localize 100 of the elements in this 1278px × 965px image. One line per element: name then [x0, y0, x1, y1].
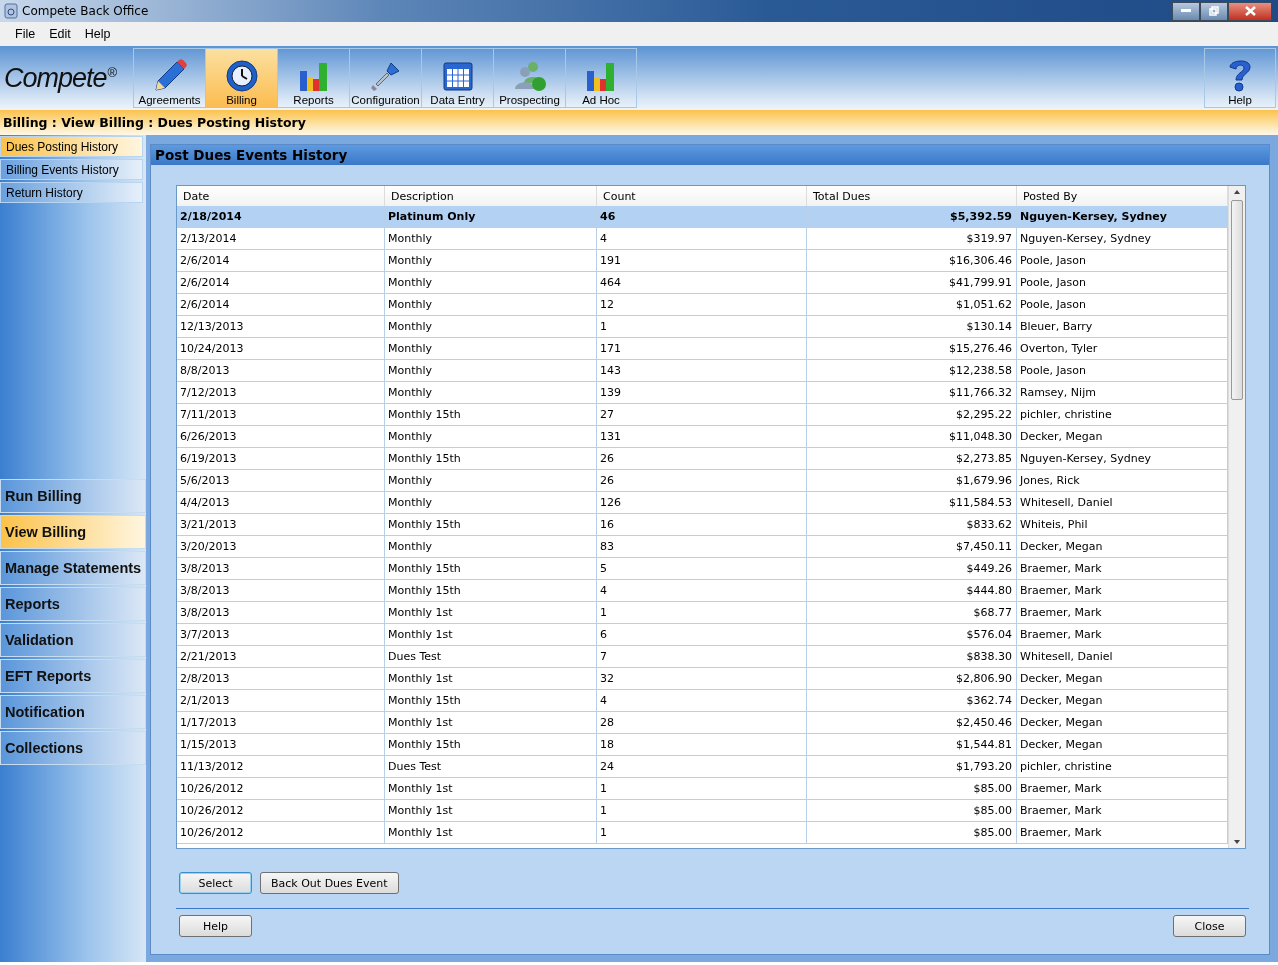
table-cell: 4/4/2013	[177, 492, 385, 514]
table-cell: $838.30	[807, 646, 1017, 668]
table-cell: $833.62	[807, 514, 1017, 536]
action-button[interactable]: Back Out Dues Event	[260, 872, 399, 894]
table-cell: 26	[597, 448, 807, 470]
column-header[interactable]: Date	[177, 186, 385, 207]
table-cell: 4	[597, 690, 807, 712]
table-cell: Monthly	[385, 228, 597, 250]
sidebar-item[interactable]: Reports	[0, 587, 146, 621]
table-cell: 6/19/2013	[177, 448, 385, 470]
table-cell: 5/6/2013	[177, 470, 385, 492]
table-cell: Jones, Rick	[1017, 470, 1228, 492]
table-cell: Monthly 1st	[385, 712, 597, 734]
table-cell: $319.97	[807, 228, 1017, 250]
table-cell: $2,806.90	[807, 668, 1017, 690]
scrollbar-thumb[interactable]	[1231, 200, 1243, 400]
table-cell: $2,450.46	[807, 712, 1017, 734]
toolbar-button[interactable]: Configuration	[349, 48, 421, 108]
table-cell: Poole, Jason	[1017, 250, 1228, 272]
help-toolbar-button[interactable]: Help	[1204, 48, 1276, 108]
table-cell: Monthly	[385, 360, 597, 382]
action-button[interactable]: Select	[179, 872, 252, 894]
table-cell: Monthly	[385, 272, 597, 294]
table-cell: 3/7/2013	[177, 624, 385, 646]
table-cell: 28	[597, 712, 807, 734]
table-cell: Dues Test	[385, 756, 597, 778]
breadcrumb: Billing : View Billing : Dues Posting History	[3, 115, 306, 130]
table-cell: Decker, Megan	[1017, 536, 1228, 558]
table-cell: Decker, Megan	[1017, 690, 1228, 712]
table-cell: Monthly 15th	[385, 404, 597, 426]
close-icon	[1244, 6, 1256, 16]
table-cell: Monthly 15th	[385, 448, 597, 470]
column-header[interactable]: Posted By	[1017, 186, 1228, 207]
table-cell: Monthly	[385, 250, 597, 272]
sidebar-item[interactable]: Run Billing	[0, 479, 146, 513]
table-cell: Poole, Jason	[1017, 294, 1228, 316]
table-cell: 3/20/2013	[177, 536, 385, 558]
sidebar-item[interactable]: View Billing	[0, 515, 146, 549]
table-cell: Monthly	[385, 492, 597, 514]
sidebar-subitem[interactable]: Dues Posting History	[0, 136, 143, 157]
clock-icon	[224, 59, 259, 93]
table-cell: Whitesell, Daniel	[1017, 492, 1228, 514]
table-cell: Nguyen-Kersey, Sydney	[1017, 228, 1228, 250]
toolbar-button[interactable]: Billing	[205, 48, 277, 108]
table-cell: $12,238.58	[807, 360, 1017, 382]
menu-item[interactable]: Help	[77, 27, 118, 41]
table-cell: 32	[597, 668, 807, 690]
table-cell: Monthly 15th	[385, 514, 597, 536]
table-cell: Poole, Jason	[1017, 272, 1228, 294]
close-button[interactable]	[1228, 1, 1272, 21]
table-cell: Braemer, Mark	[1017, 602, 1228, 624]
column-header[interactable]: Total Dues	[807, 186, 1017, 207]
restore-button[interactable]	[1200, 1, 1228, 21]
table-cell: $11,766.32	[807, 382, 1017, 404]
minimize-button[interactable]	[1172, 1, 1200, 21]
table-cell: 2/6/2014	[177, 294, 385, 316]
sidebar-subitem[interactable]: Return History	[0, 182, 143, 203]
sidebar-item[interactable]: EFT Reports	[0, 659, 146, 693]
toolbar-button[interactable]: Data Entry	[421, 48, 493, 108]
table-cell: Whiteis, Phil	[1017, 514, 1228, 536]
app-icon	[4, 3, 18, 19]
table-cell: Whitesell, Daniel	[1017, 646, 1228, 668]
sidebar-subitem[interactable]: Billing Events History	[0, 159, 143, 180]
sidebar-item[interactable]: Validation	[0, 623, 146, 657]
toolbar-button[interactable]: Ad Hoc	[565, 48, 637, 108]
table-cell: 10/26/2012	[177, 778, 385, 800]
table-cell: 464	[597, 272, 807, 294]
table-cell: 24	[597, 756, 807, 778]
table-cell: 2/1/2013	[177, 690, 385, 712]
column-header[interactable]: Description	[385, 186, 597, 207]
table-cell: Monthly 15th	[385, 734, 597, 756]
table-cell: 7	[597, 646, 807, 668]
table-cell: $85.00	[807, 778, 1017, 800]
table-cell: $11,584.53	[807, 492, 1017, 514]
menu-item[interactable]: File	[8, 27, 43, 41]
table-cell: Dues Test	[385, 646, 597, 668]
table-cell: Monthly 1st	[385, 800, 597, 822]
footer-button[interactable]: Close	[1173, 915, 1246, 937]
sidebar-item[interactable]: Collections	[0, 731, 146, 765]
column-header[interactable]: Count	[597, 186, 807, 207]
sidebar-item[interactable]: Notification	[0, 695, 146, 729]
table-cell: $1,544.81	[807, 734, 1017, 756]
toolbar-button[interactable]: Agreements	[133, 48, 205, 108]
sidebar-item[interactable]: Manage Statements	[0, 551, 146, 585]
table-cell: $85.00	[807, 800, 1017, 822]
table-cell: 1	[597, 822, 807, 844]
toolbar-button[interactable]: Prospecting	[493, 48, 565, 108]
table-cell: 4	[597, 580, 807, 602]
toolbar-button[interactable]: Reports	[277, 48, 349, 108]
table-cell: Monthly 1st	[385, 822, 597, 844]
table-cell: $444.80	[807, 580, 1017, 602]
table-cell: 1/17/2013	[177, 712, 385, 734]
table-cell: 1	[597, 316, 807, 338]
footer-button[interactable]: Help	[179, 915, 252, 937]
menu-item[interactable]: Edit	[42, 27, 78, 41]
scrollbar[interactable]	[1228, 186, 1245, 848]
table-cell: Monthly	[385, 536, 597, 558]
table-cell: Monthly 1st	[385, 602, 597, 624]
table-cell: 46	[597, 206, 807, 228]
table-cell: Ramsey, Nijm	[1017, 382, 1228, 404]
